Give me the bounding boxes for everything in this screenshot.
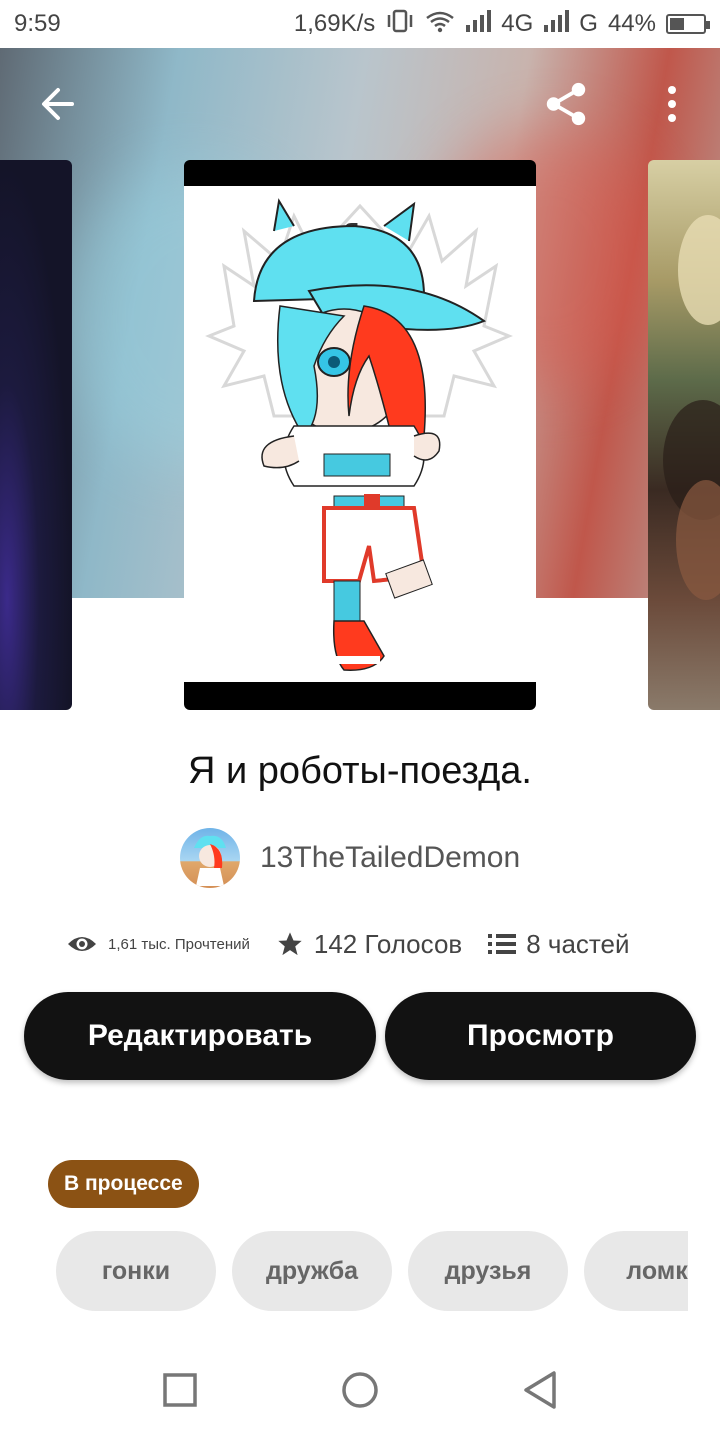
- network-type-4g: 4G: [501, 10, 534, 37]
- more-vertical-icon: [668, 86, 676, 122]
- tag-chip[interactable]: ломка: [584, 1231, 688, 1311]
- parts-count: 8 частей: [526, 928, 630, 959]
- parts-stat: 8 частей: [488, 928, 630, 960]
- share-button[interactable]: [542, 80, 590, 128]
- next-story-cover[interactable]: [648, 160, 720, 710]
- status-bar: 9:59 1,69K/s 4G G 44%: [0, 0, 720, 48]
- story-cover[interactable]: R: [184, 160, 536, 710]
- recent-apps-button[interactable]: [156, 1366, 204, 1414]
- arrow-left-icon: [42, 88, 74, 120]
- previous-story-cover[interactable]: [0, 160, 72, 710]
- battery-percent: 44%: [607, 10, 656, 37]
- eye-icon: [68, 937, 96, 951]
- edit-button[interactable]: Редактировать: [24, 992, 376, 1080]
- more-options-button[interactable]: [648, 80, 696, 128]
- system-nav-bar: [0, 1340, 720, 1440]
- battery-level: [670, 18, 684, 30]
- story-title: Я и роботы-поезда.: [188, 750, 532, 792]
- network-type-g: G: [579, 10, 598, 37]
- status-time: 9:59: [14, 10, 61, 37]
- tag-chip[interactable]: друзья: [408, 1231, 568, 1311]
- wifi-icon: [425, 9, 455, 40]
- back-nav-button[interactable]: [516, 1366, 564, 1414]
- tags-row[interactable]: гонкидружбадрузьяломка: [56, 1231, 688, 1311]
- tag-chip[interactable]: гонки: [56, 1231, 216, 1311]
- cover-artwork: R: [184, 186, 536, 682]
- network-speed: 1,69K/s: [293, 10, 376, 37]
- author-name[interactable]: 13TheTailedDemon: [260, 841, 520, 875]
- tag-chip[interactable]: дружба: [232, 1231, 392, 1311]
- signal-icon-1: [465, 9, 492, 39]
- triangle-back-icon: [524, 1371, 556, 1409]
- reads-stat: 1,61 тыс. Прочтений: [66, 933, 250, 955]
- votes-stat: 142 Голосов: [276, 929, 462, 960]
- signal-icon-2: [543, 9, 570, 39]
- story-stats: 1,61 тыс. Прочтений 142 Голосов 8 частей: [66, 920, 630, 968]
- votes-count: 142 Голосов: [313, 928, 463, 959]
- status-badge: В процессе: [48, 1160, 199, 1208]
- home-button[interactable]: [336, 1366, 384, 1414]
- reads-count: 1,61 тыс. Прочтений: [108, 935, 250, 953]
- star-icon: [278, 932, 302, 956]
- back-button[interactable]: [32, 80, 80, 128]
- square-icon: [163, 1373, 197, 1407]
- circle-icon: [342, 1372, 378, 1408]
- list-icon: [488, 934, 517, 954]
- view-button[interactable]: Просмотр: [385, 992, 696, 1080]
- battery-icon: [666, 14, 710, 34]
- share-icon: [546, 82, 586, 126]
- status-indicators: 1,69K/s 4G G 44%: [293, 8, 710, 40]
- author-row[interactable]: 13TheTailedDemon: [180, 826, 520, 890]
- author-avatar[interactable]: [180, 828, 240, 888]
- vibrate-icon: [385, 8, 415, 40]
